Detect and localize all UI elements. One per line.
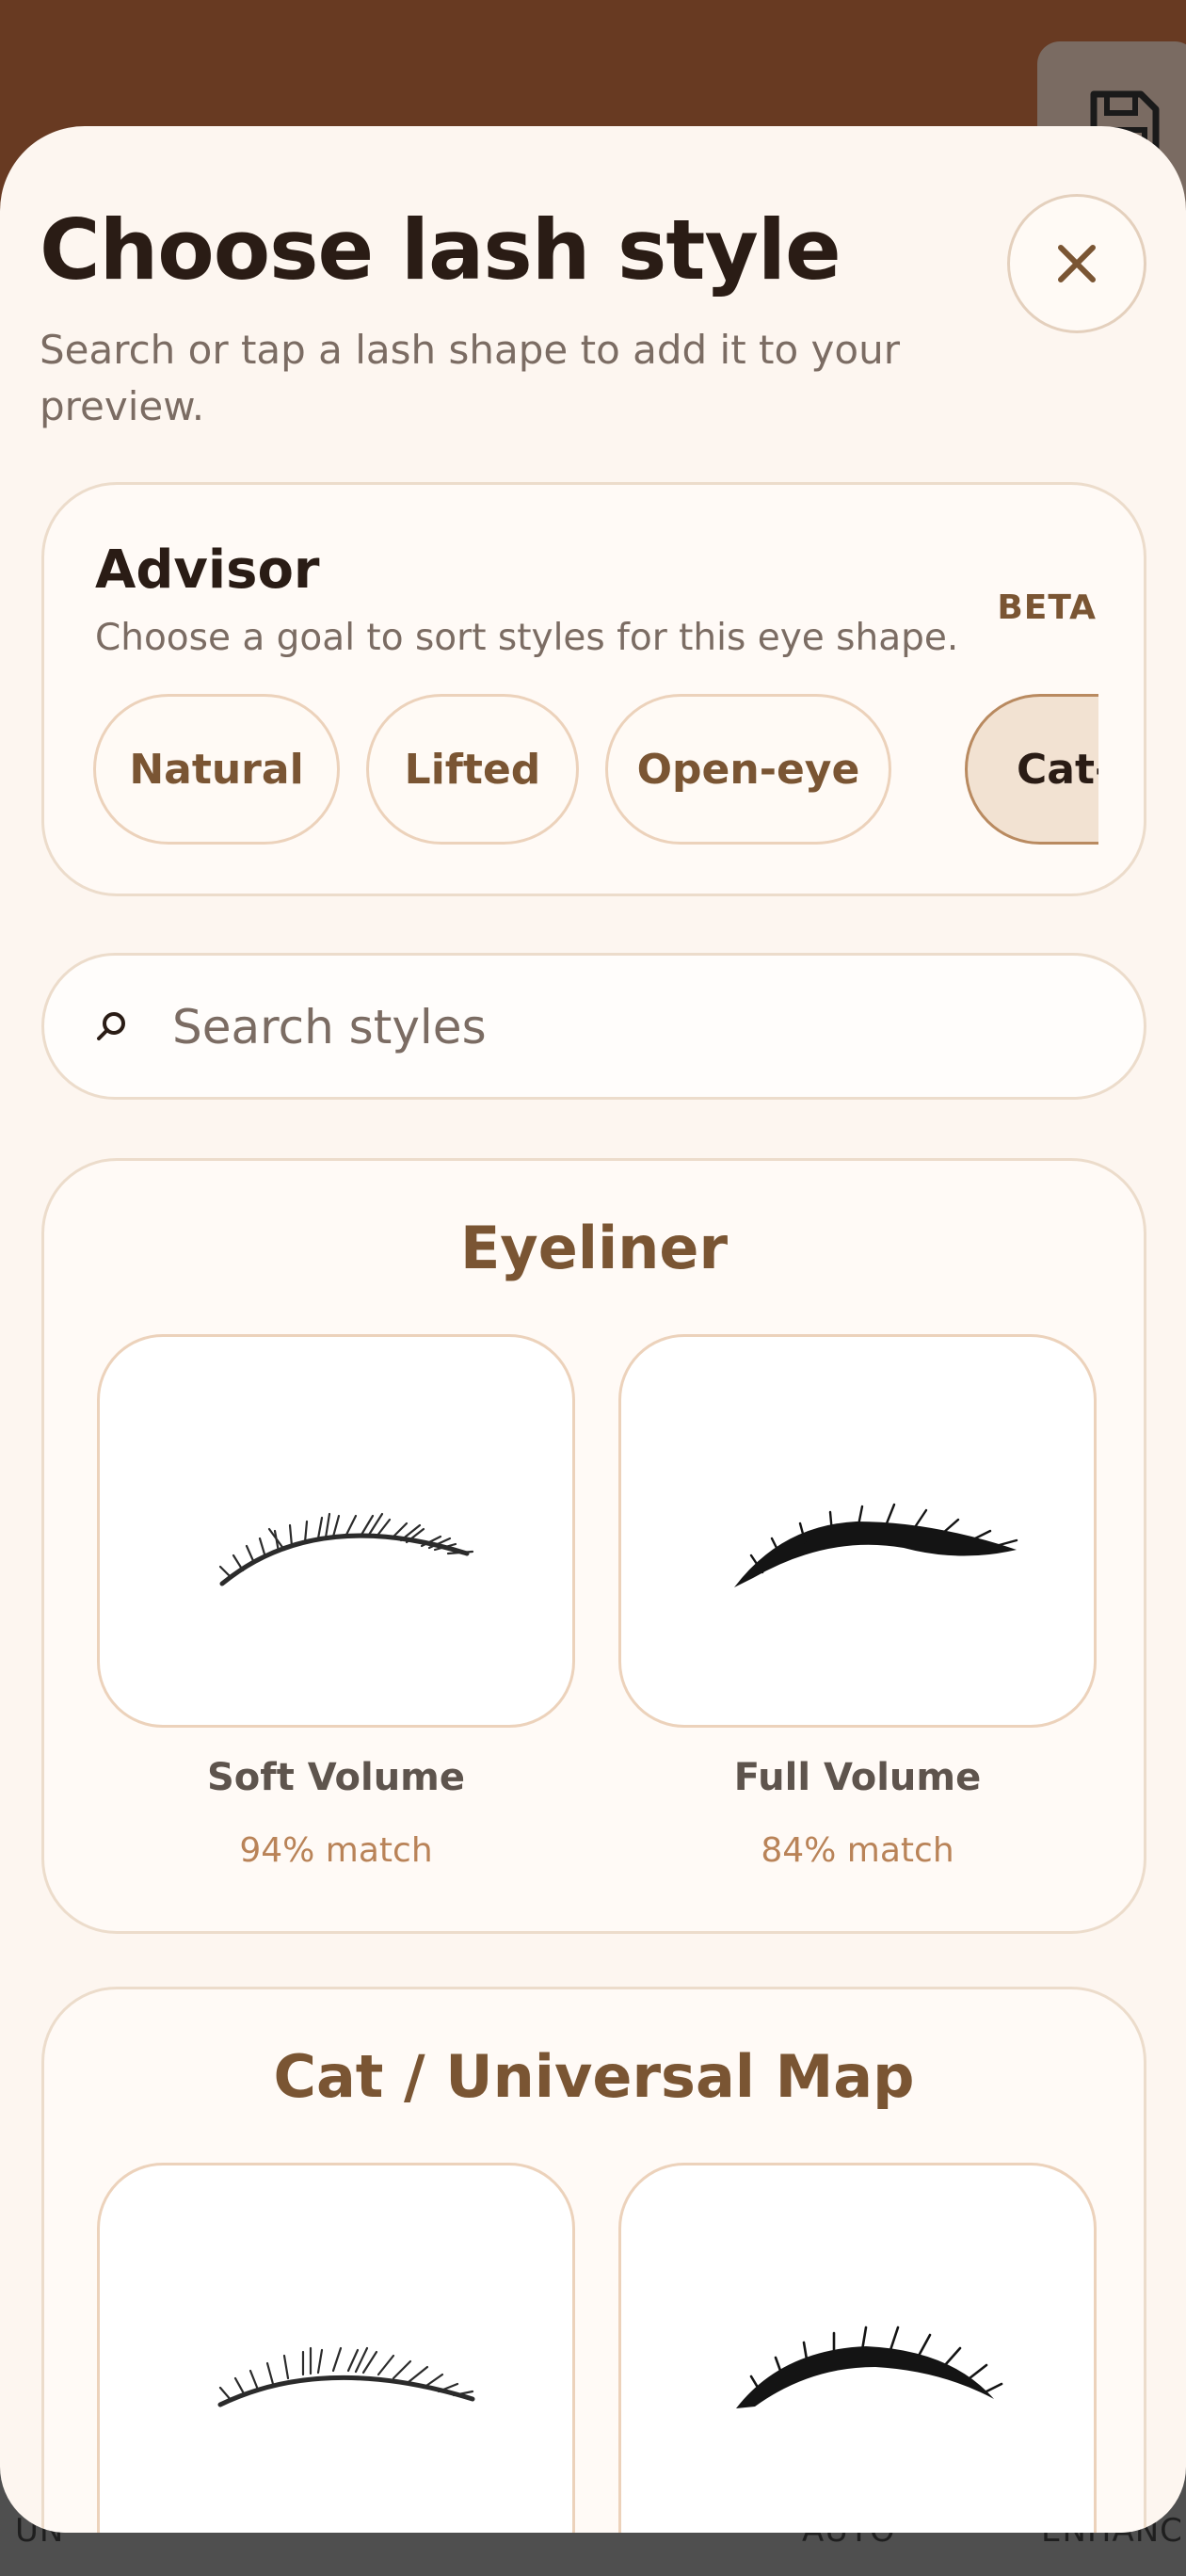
goal-chips: Natural Lifted Open-eye Cat-eye: [93, 694, 1098, 854]
lash-card[interactable]: [618, 2163, 1097, 2533]
section-eyeliner: Eyeliner Soft Volume 94% match Full Volu…: [41, 1158, 1146, 1934]
chip-cat-eye[interactable]: Cat-eye: [965, 694, 1098, 845]
soft-volume-lash-image: [218, 1512, 474, 1586]
close-icon: [1058, 245, 1096, 282]
advisor-hint: Choose a goal to sort styles for this ey…: [95, 617, 959, 659]
section-title: Eyeliner: [459, 1214, 729, 1282]
section-cat-universal-map: Cat / Universal Map: [41, 1987, 1146, 2533]
chip-lifted[interactable]: Lifted: [366, 694, 579, 845]
match-score: 84% match: [761, 1831, 954, 1870]
lash-style-sheet: Choose lash style Search or tap a lash s…: [0, 126, 1186, 2533]
search-input[interactable]: [170, 984, 1097, 1071]
chip-open-eye[interactable]: Open-eye: [605, 694, 891, 845]
natural-lash-image: [217, 2346, 475, 2407]
beta-badge: BETA: [997, 588, 1097, 627]
sheet-title: Choose lash style: [40, 201, 841, 298]
lash-card[interactable]: [97, 2163, 575, 2533]
lash-name: Soft Volume: [207, 1756, 465, 1799]
advisor-panel: Advisor BETA Choose a goal to sort style…: [41, 482, 1146, 896]
lash-card-soft-volume[interactable]: [97, 1334, 575, 1728]
close-button[interactable]: [1007, 194, 1146, 333]
search-icon: [97, 1012, 125, 1040]
chip-natural[interactable]: Natural: [93, 694, 340, 845]
match-score: 94% match: [239, 1831, 433, 1870]
full-volume-lash-image: [734, 1503, 1018, 1587]
lash-card-full-volume[interactable]: [618, 1334, 1097, 1728]
sheet-subtitle: Search or tap a lash shape to add it to …: [40, 327, 900, 429]
lash-name: Full Volume: [733, 1756, 982, 1799]
section-title: Cat / Universal Map: [273, 2042, 915, 2111]
advisor-title: Advisor: [95, 539, 320, 601]
dense-lash-image: [736, 2326, 1003, 2408]
search-bar[interactable]: [41, 953, 1146, 1100]
